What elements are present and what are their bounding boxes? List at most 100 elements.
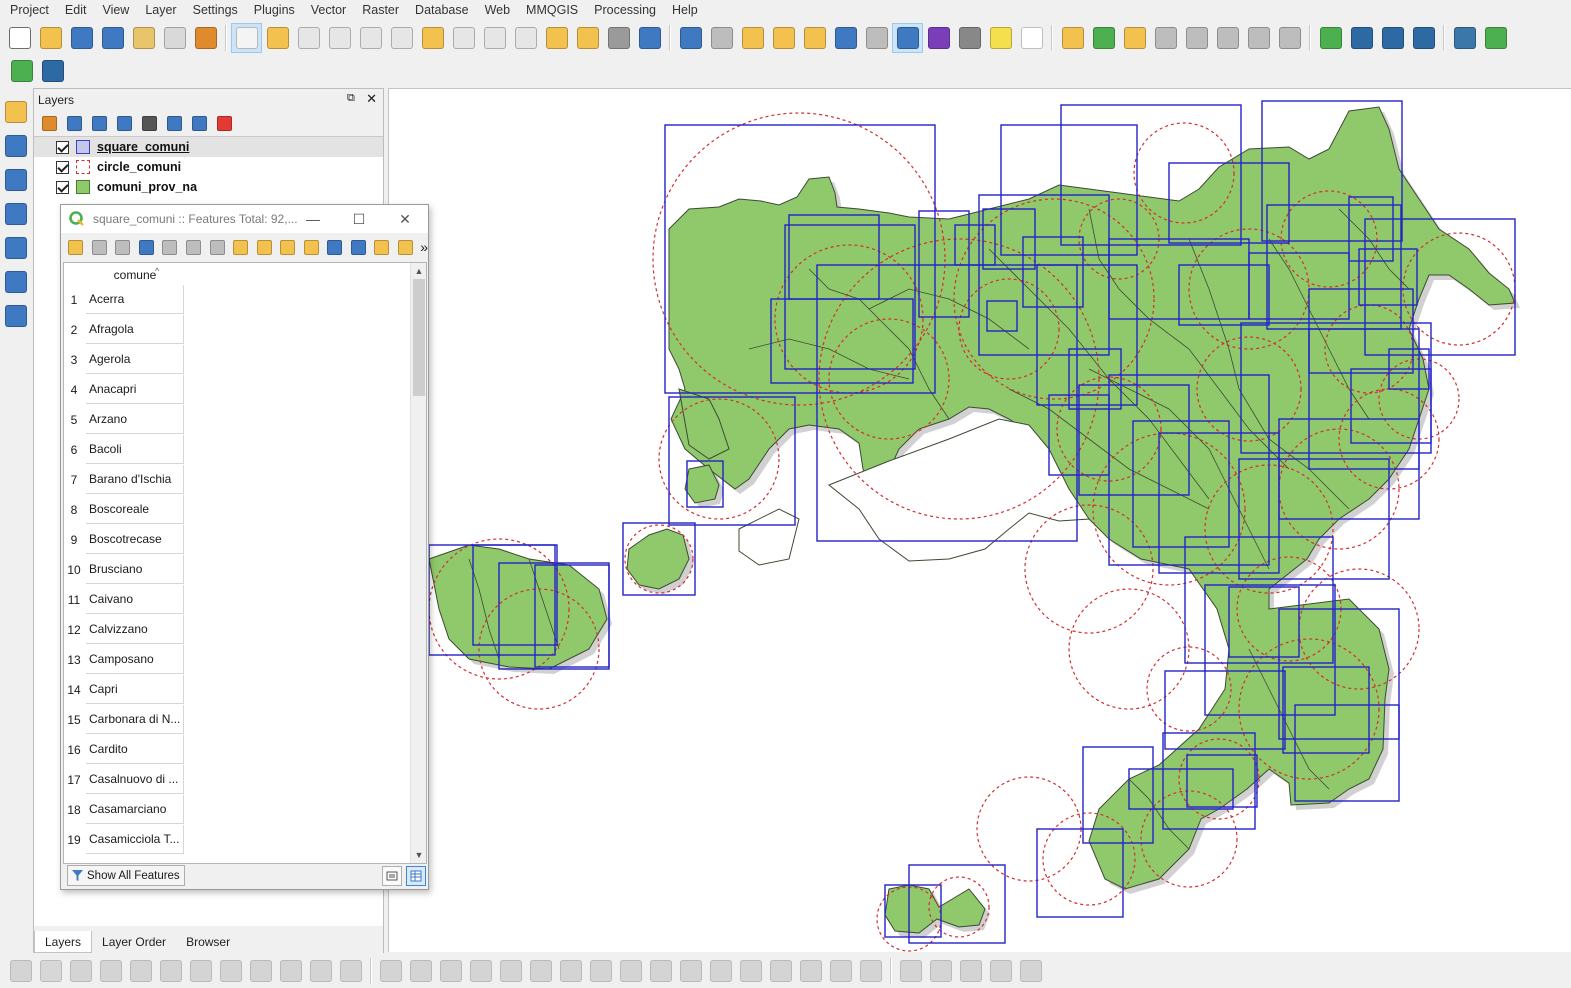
row-number[interactable]: 9 [64, 525, 84, 555]
move-label-button[interactable] [1212, 23, 1243, 53]
cell-comune[interactable]: Casamicciola T... [86, 825, 184, 854]
new-print-layout-button[interactable] [128, 23, 159, 53]
table-row[interactable]: 8 Boscoreale [64, 495, 412, 525]
pan-button[interactable] [231, 23, 262, 53]
measure-line-button[interactable] [954, 23, 985, 53]
layer-visibility-checkbox[interactable] [56, 160, 69, 174]
row-number[interactable]: 7 [64, 465, 84, 495]
menu-project[interactable]: Project [2, 0, 57, 20]
cut-features-button[interactable] [216, 956, 246, 986]
close-window-button[interactable]: ✕ [382, 205, 428, 233]
python-console-button[interactable] [1449, 23, 1480, 53]
vertex-tool-button[interactable] [126, 956, 156, 986]
split-parts-button[interactable] [736, 956, 766, 986]
rectangle-digitize-button[interactable] [986, 956, 1016, 986]
toggle-editing-button[interactable] [65, 235, 87, 259]
add-record-button[interactable] [96, 956, 126, 986]
layer-item-square-comuni[interactable]: square_comuni [34, 137, 383, 157]
row-number[interactable]: 1 [64, 285, 84, 315]
show-hide-labels-button[interactable] [1181, 23, 1212, 53]
row-number[interactable]: 2 [64, 315, 84, 345]
zoom-in-button[interactable] [293, 23, 324, 53]
menu-view[interactable]: View [94, 0, 137, 20]
add-part-button[interactable] [526, 956, 556, 986]
menu-raster[interactable]: Raster [354, 0, 407, 20]
menu-vector[interactable]: Vector [303, 0, 354, 20]
menu-settings[interactable]: Settings [185, 0, 246, 20]
more-tools-icon[interactable]: » [420, 239, 428, 255]
merge-attributes-button[interactable] [796, 956, 826, 986]
toggle-edit-button[interactable] [36, 956, 66, 986]
table-row[interactable]: 4 Anacapri [64, 375, 412, 405]
row-number[interactable]: 19 [64, 825, 84, 855]
column-header-comune[interactable]: ^ comune [86, 263, 184, 285]
cell-comune[interactable]: Camposano [86, 645, 184, 674]
layout-manager-button[interactable] [159, 23, 190, 53]
delete-selected-button[interactable] [183, 235, 205, 259]
save-as-button[interactable] [97, 23, 128, 53]
layer-visibility-checkbox[interactable] [56, 140, 69, 154]
plugin-button[interactable] [1480, 23, 1511, 53]
open-layer-styling-button[interactable] [38, 112, 61, 134]
highlight-pinned-labels-button[interactable] [1119, 23, 1150, 53]
cell-comune[interactable]: Boscoreale [86, 495, 184, 524]
offset-curve-button[interactable] [676, 956, 706, 986]
collapse-all-button[interactable] [188, 112, 211, 134]
table-row[interactable]: 16 Cardito [64, 735, 412, 765]
menu-database[interactable]: Database [407, 0, 477, 20]
row-number[interactable]: 16 [64, 735, 84, 765]
new-bookmark-button[interactable] [572, 23, 603, 53]
filter-legend-button[interactable] [113, 112, 136, 134]
manage-map-themes-button[interactable] [88, 112, 111, 134]
cell-comune[interactable]: Brusciano [86, 555, 184, 584]
table-row[interactable]: 3 Agerola [64, 345, 412, 375]
cell-comune[interactable]: Caivano [86, 585, 184, 614]
form-view-button[interactable] [382, 866, 402, 886]
row-number[interactable]: 11 [64, 585, 84, 615]
scroll-down-arrow[interactable]: ▼ [411, 847, 426, 863]
quickmapservices-button[interactable] [1346, 23, 1377, 53]
deselect-all-button[interactable] [799, 23, 830, 53]
new-project-button[interactable] [4, 23, 35, 53]
table-row[interactable]: 13 Camposano [64, 645, 412, 675]
add-feature-button[interactable] [159, 235, 181, 259]
copy-features-button[interactable] [246, 956, 276, 986]
expand-all-button[interactable] [163, 112, 186, 134]
pan-map-to-selection-button[interactable] [371, 235, 393, 259]
zoom-to-layer-button[interactable] [448, 23, 479, 53]
cell-comune[interactable]: Anacapri [86, 375, 184, 404]
zoom-full-button[interactable] [386, 23, 417, 53]
offset-point-symbols-button[interactable] [856, 956, 886, 986]
menu-mmqgis[interactable]: MMQGIS [518, 0, 586, 20]
pin-label-button[interactable] [1150, 23, 1181, 53]
table-row[interactable]: 17 Casalnuovo di ... [64, 765, 412, 795]
table-row[interactable]: 6 Bacoli [64, 435, 412, 465]
table-row[interactable]: 15 Carbonara di N... [64, 705, 412, 735]
field-calculator-button[interactable] [861, 23, 892, 53]
regular-polygon-digitize-button[interactable] [1016, 956, 1046, 986]
cell-comune[interactable]: Barano d'Ischia [86, 465, 184, 494]
menu-web[interactable]: Web [477, 0, 518, 20]
geometry-checker-button[interactable] [1315, 23, 1346, 53]
row-number[interactable]: 3 [64, 345, 84, 375]
row-number[interactable]: 13 [64, 645, 84, 675]
move-selection-to-top-button[interactable] [348, 235, 370, 259]
cell-comune[interactable]: Boscotrecase [86, 525, 184, 554]
redo-button[interactable] [336, 956, 366, 986]
globe-cars-button[interactable] [1408, 23, 1439, 53]
cell-comune[interactable]: Casalnuovo di ... [86, 765, 184, 794]
map-tips-button[interactable] [985, 23, 1016, 53]
identify-button[interactable] [675, 23, 706, 53]
select-by-value-button[interactable] [768, 23, 799, 53]
toggle-multi-edit-button[interactable] [89, 235, 111, 259]
map-canvas[interactable] [388, 88, 1571, 952]
invert-selection-button[interactable] [277, 235, 299, 259]
show-all-features-button[interactable]: Show All Features [67, 865, 185, 886]
statistical-summary-button[interactable] [923, 23, 954, 53]
menu-plugins[interactable]: Plugins [246, 0, 303, 20]
table-row[interactable]: 10 Brusciano [64, 555, 412, 585]
modify-attributes-button[interactable] [156, 956, 186, 986]
rotate-label-button[interactable] [1243, 23, 1274, 53]
simplify-feature-button[interactable] [466, 956, 496, 986]
run-action-button[interactable] [706, 23, 737, 53]
